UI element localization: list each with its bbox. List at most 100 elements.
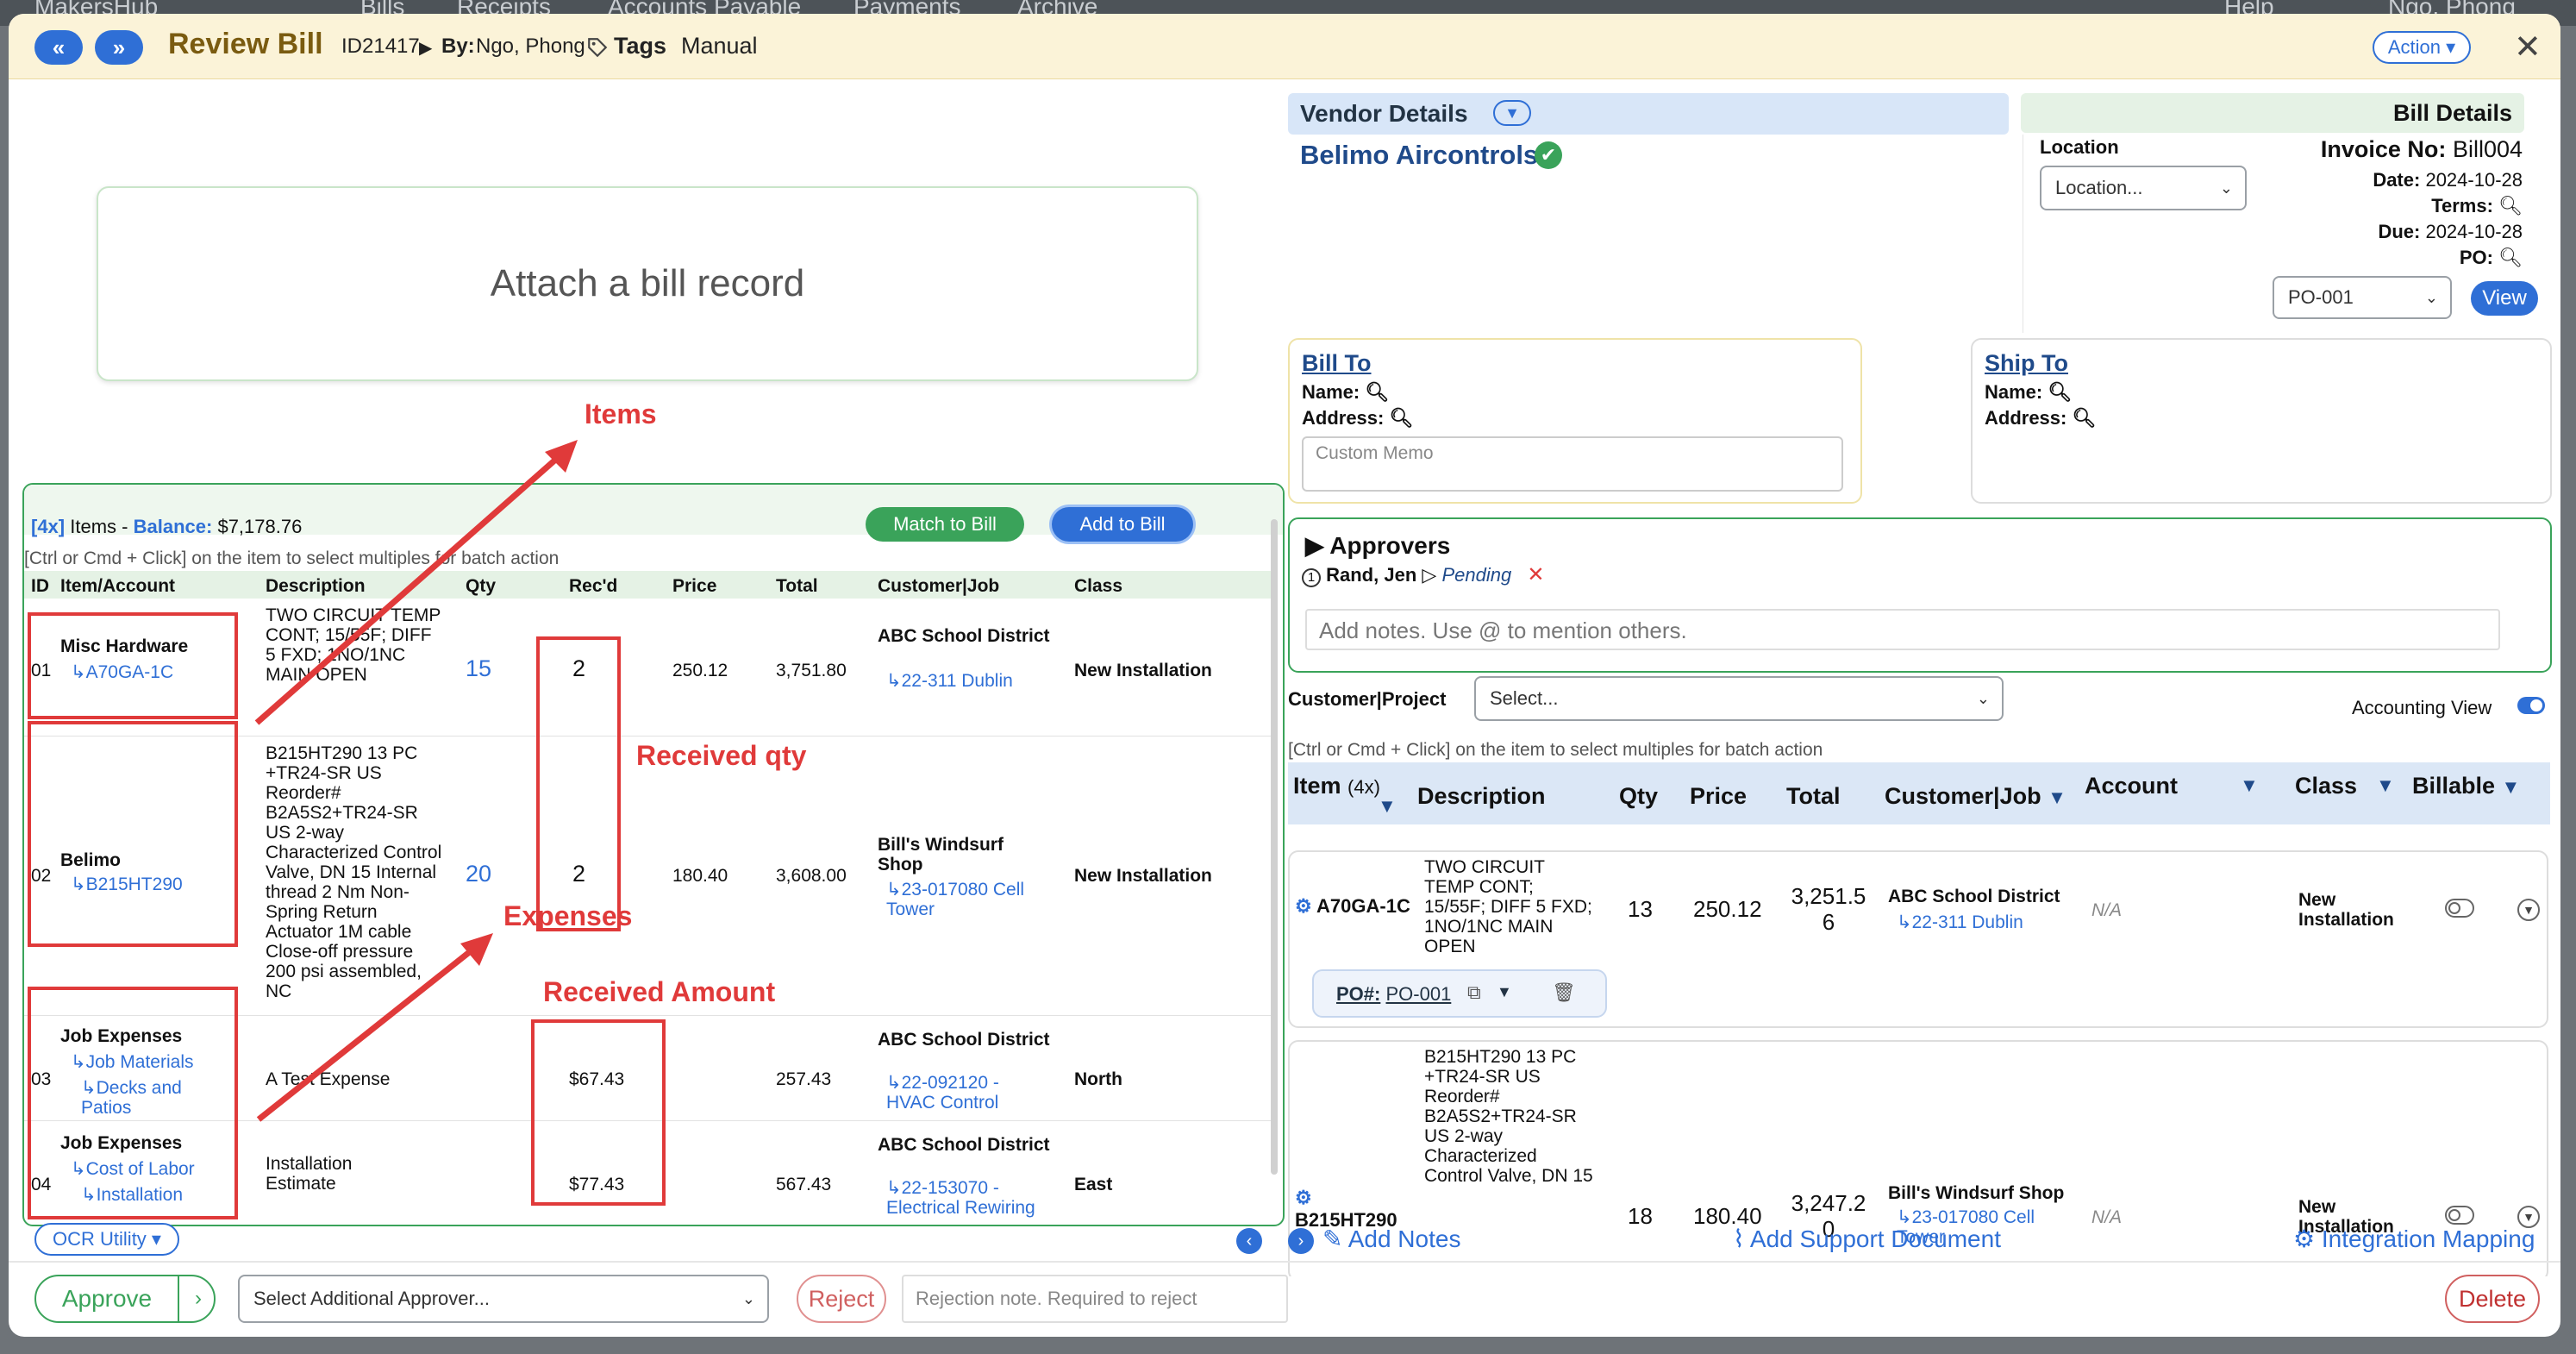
tag-icon[interactable] <box>586 36 609 59</box>
terms-search-icon[interactable]: 🔍︎ <box>2498 195 2523 216</box>
additional-approver-select[interactable]: Select Additional Approver... ⌄ <box>238 1275 769 1323</box>
row-class: New Installation <box>1074 661 1212 680</box>
add-support-document-button[interactable]: ⌇ Add Support Document <box>1733 1225 2001 1253</box>
match-to-bill-button[interactable]: Match to Bill <box>866 507 1024 542</box>
rcol-customer-job-sort-icon[interactable]: ▼ <box>2048 787 2066 808</box>
items-count: [4x] <box>31 516 66 537</box>
po-select[interactable]: PO-001 ⌄ <box>2273 276 2452 319</box>
right-item-job[interactable]: ↳22-311 Dublin <box>1897 912 2023 932</box>
row-customer: ABC School District <box>878 1135 1050 1155</box>
right-item-qty[interactable]: 18 <box>1628 1204 1653 1228</box>
rcol-account-sort-icon[interactable]: ▼ <box>2240 774 2259 797</box>
add-to-bill-button[interactable]: Add to Bill <box>1052 507 1193 542</box>
by-label: By: <box>441 34 475 58</box>
attach-bill-dropzone[interactable]: Attach a bill record <box>97 186 1198 381</box>
delete-button[interactable]: Delete <box>2445 1275 2540 1323</box>
annotation-received-qty-label: Received qty <box>636 740 807 771</box>
reject-button[interactable]: Reject <box>797 1275 886 1323</box>
po-search-icon[interactable]: 🔍︎ <box>2498 247 2523 268</box>
right-item-qty[interactable]: 13 <box>1628 897 1653 921</box>
approve-button[interactable]: Approve <box>36 1276 179 1321</box>
row-description: TWO CIRCUIT TEMP CONT; 15/55F; DIFF 5 FX… <box>266 605 441 685</box>
gear-icon: ⚙ <box>2293 1225 2316 1252</box>
vendor-details-title: Vendor Details <box>1300 100 1468 127</box>
integration-mapping-button[interactable]: ⚙ Integration Mapping <box>2293 1225 2535 1253</box>
right-item-price[interactable]: 250.12 <box>1693 897 1762 921</box>
approver-notes-placeholder: Add notes. Use @ to mention others. <box>1319 617 1687 643</box>
right-item-account[interactable]: N/A <box>2091 1207 2122 1227</box>
billable-toggle[interactable] <box>2445 1206 2474 1225</box>
due-value: 2024-10-28 <box>2425 221 2523 242</box>
right-batch-hint: [Ctrl or Cmd + Click] on the item to sel… <box>1288 740 1823 760</box>
invoice-number: Bill004 <box>2452 136 2523 162</box>
col-id: ID <box>31 576 49 596</box>
scroll-right-icon[interactable]: › <box>1288 1228 1314 1254</box>
close-icon[interactable]: ✕ <box>2514 28 2542 66</box>
billable-toggle[interactable] <box>2445 899 2474 918</box>
add-support-document-label: Add Support Document <box>1749 1225 2001 1252</box>
expand-row-icon[interactable]: ▼ <box>2517 899 2540 921</box>
row-job[interactable]: ↳22-153070 - Electrical Rewiring <box>886 1178 1059 1218</box>
scroll-left-icon[interactable]: ‹ <box>1236 1228 1262 1254</box>
bill-to-name-search-icon[interactable]: 🔍︎ <box>1365 381 1389 403</box>
approver-notes-input[interactable]: Add notes. Use @ to mention others. <box>1305 609 2500 650</box>
po-chip: PO#: PO-001 ⧉ ▼ 🗑︎ <box>1312 969 1607 1018</box>
ship-to-address-label: Address: <box>1985 407 2067 429</box>
rcol-billable-sort-icon[interactable]: ▼ <box>2502 776 2521 798</box>
remove-approver-icon[interactable]: ✕ <box>1527 563 1544 586</box>
gear-icon[interactable]: ⚙ <box>1295 895 1312 917</box>
right-item-card[interactable]: ⚙ A70GA-1C TWO CIRCUIT TEMP CONT; 15/55F… <box>1288 850 2548 1028</box>
approvers-header[interactable]: ▶ Approvers <box>1305 531 1450 560</box>
paperclip-icon: ⌇ <box>1733 1225 1745 1252</box>
ocr-utility-button[interactable]: OCR Utility ▾ <box>34 1223 179 1256</box>
row-description: Installation Estimate <box>266 1154 353 1194</box>
po-chip-link[interactable]: PO-001 <box>1385 983 1451 1005</box>
chevron-down-icon[interactable]: ▼ <box>1497 983 1512 1001</box>
items-label: Items - <box>70 516 128 537</box>
accounting-view-label: Accounting View <box>2352 697 2492 718</box>
customer-project-select[interactable]: Select... ⌄ <box>1474 676 2004 721</box>
view-po-button[interactable]: View <box>2471 281 2538 316</box>
arrow-head-items <box>545 440 578 473</box>
rcol-account: Account <box>2085 773 2178 799</box>
rcol-item-sort-icon[interactable]: ▼ <box>1378 795 1397 818</box>
prev-bill-button[interactable]: « <box>34 30 83 65</box>
annotation-box-recd-qty <box>536 636 621 931</box>
rejection-note-input[interactable]: Rejection note. Required to reject <box>902 1275 1288 1323</box>
copy-icon[interactable]: ⧉ <box>1467 981 1481 1004</box>
rcol-item-label: Item <box>1293 773 1341 799</box>
accounting-view-toggle[interactable] <box>2517 697 2545 714</box>
add-notes-button[interactable]: ✎ Add Notes <box>1322 1225 1460 1253</box>
bill-to-name-label: Name: <box>1302 381 1360 403</box>
rcol-price: Price <box>1690 783 1748 809</box>
ship-to-name-search-icon[interactable]: 🔍︎ <box>2048 381 2072 403</box>
row-total: 3,751.80 <box>776 661 847 680</box>
approve-chevron-icon[interactable]: › <box>183 1276 214 1321</box>
po-select-value: PO-001 <box>2288 286 2354 308</box>
vendor-name[interactable]: Belimo Aircontrols <box>1300 140 1538 171</box>
right-item-account[interactable]: N/A <box>2091 900 2122 920</box>
row-job[interactable]: ↳22-092120 - HVAC Control <box>886 1073 1033 1113</box>
gear-icon[interactable]: ⚙ <box>1295 1187 1397 1209</box>
action-label: Action <box>2387 36 2441 58</box>
location-select[interactable]: Location... ⌄ <box>2040 166 2247 210</box>
vendor-dropdown-icon[interactable]: ▼ <box>1493 100 1531 126</box>
row-job[interactable]: ↳23-017080 Cell Tower <box>886 880 1059 919</box>
next-bill-button[interactable]: » <box>95 30 143 65</box>
bill-to-address-search-icon[interactable]: 🔍︎ <box>1389 407 1413 429</box>
row-job[interactable]: ↳22-311 Dublin <box>886 671 1013 691</box>
ship-to-title[interactable]: Ship To <box>1985 350 2068 377</box>
items-scrollbar[interactable] <box>1271 519 1278 1175</box>
due-label: Due: <box>2378 221 2421 242</box>
action-button[interactable]: Action ▾ <box>2373 31 2471 64</box>
rcol-qty: Qty <box>1619 783 1659 809</box>
bill-to-title[interactable]: Bill To <box>1302 350 1372 377</box>
date-label: Date: <box>2373 169 2421 191</box>
right-item-class[interactable]: New Installation <box>2298 890 2419 930</box>
ship-to-address-search-icon[interactable]: 🔍︎ <box>2072 407 2096 429</box>
trash-icon[interactable]: 🗑︎ <box>1552 981 1576 1004</box>
rcol-class-sort-icon[interactable]: ▼ <box>2376 774 2395 797</box>
date-line: Date: 2024-10-28 <box>2373 169 2523 191</box>
verified-check-icon: ✔ <box>1535 141 1562 169</box>
custom-memo-textarea[interactable]: Custom Memo <box>1302 436 1843 492</box>
